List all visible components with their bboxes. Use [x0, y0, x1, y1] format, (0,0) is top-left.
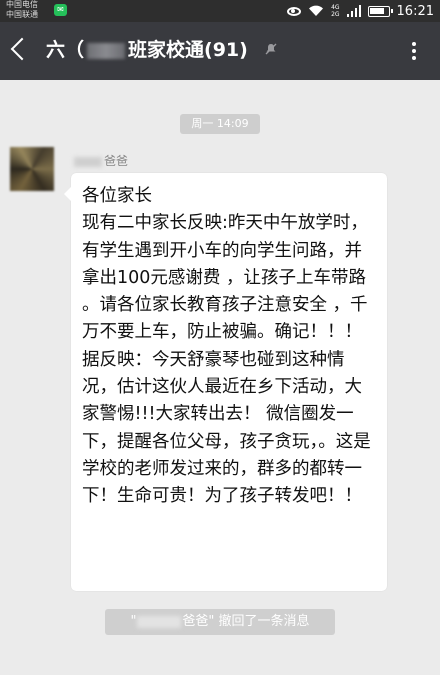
carrier-info: 中国电信 中国联通	[6, 0, 38, 20]
network-label-bottom: 2G	[331, 11, 340, 18]
status-bar: 中国电信 中国联通 ✉ 4G 2G 16:21	[0, 0, 440, 22]
redacted-recall-name	[137, 615, 182, 628]
redacted-class-number	[87, 42, 126, 59]
mute-icon	[265, 43, 277, 55]
message-bubble[interactable]: 各位家长 现有二中家长反映:昨天中午放学时，有学生遇到开小车的向学生问路，并拿出…	[64, 173, 387, 591]
chat-title-prefix: 六（	[46, 39, 85, 61]
recall-open-quote: "	[130, 614, 137, 629]
signal-icon	[346, 5, 361, 17]
eye-icon	[287, 6, 302, 16]
avatar[interactable]	[10, 147, 54, 191]
message-timestamp: 周一 14:09	[180, 114, 260, 134]
carrier-1: 中国电信	[6, 0, 38, 9]
carrier-2: 中国联通	[6, 10, 38, 19]
battery-icon	[367, 5, 393, 17]
chat-header: 六（ 班家校通(91)	[0, 22, 440, 80]
clock: 16:21	[396, 3, 434, 19]
back-icon[interactable]	[10, 37, 34, 61]
status-icons: 4G 2G 16:21	[287, 2, 434, 20]
chat-title: 六（ 班家校通(91)	[46, 38, 248, 62]
redacted-sender-name	[74, 156, 102, 167]
sender-name-suffix: 爸爸	[104, 154, 129, 168]
wechat-icon: ✉	[54, 4, 67, 16]
more-icon[interactable]	[412, 42, 416, 60]
network-type: 4G 2G	[331, 4, 339, 18]
sender-name: 爸爸	[74, 152, 128, 169]
recall-notice-suffix: 爸爸" 撤回了一条消息	[182, 614, 310, 629]
recall-notice: " 爸爸" 撤回了一条消息	[105, 609, 335, 635]
chat-title-suffix: 班家校通(91)	[128, 39, 248, 61]
wifi-icon	[308, 5, 324, 17]
network-label-top: 4G	[331, 4, 340, 11]
